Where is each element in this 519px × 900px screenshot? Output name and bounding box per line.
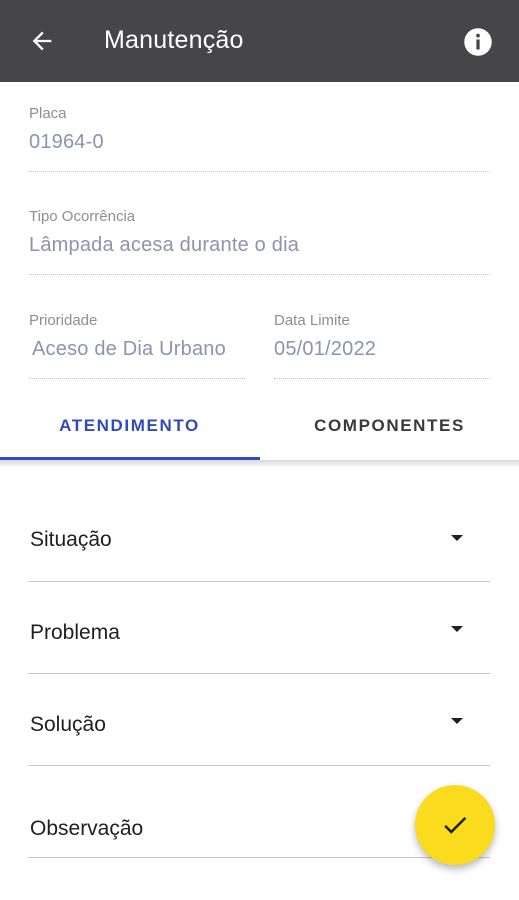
- prioridade-label: Prioridade: [29, 312, 98, 329]
- tipo-ocorrencia-label: Tipo Ocorrência: [29, 208, 136, 225]
- placa-field: Placa 01964-0: [29, 105, 104, 154]
- data-limite-label: Data Limite: [274, 312, 350, 329]
- tab-bar-shadow: [0, 460, 519, 468]
- divider: [29, 274, 490, 275]
- app-bar: Manutenção: [0, 0, 519, 82]
- tipo-ocorrencia-field: Tipo Ocorrência Lâmpada acesa durante o …: [29, 208, 299, 257]
- divider: [29, 378, 245, 379]
- dropdown-arrow-icon: [451, 626, 463, 632]
- tab-componentes[interactable]: COMPONENTES: [260, 392, 519, 460]
- dropdown-arrow-icon: [451, 718, 463, 724]
- solucao-dropdown[interactable]: Solução: [28, 674, 490, 766]
- arrow-left-icon[interactable]: [27, 27, 57, 55]
- situacao-label: Situação: [30, 528, 112, 551]
- situacao-dropdown[interactable]: Situação: [28, 490, 490, 582]
- data-limite-value: 05/01/2022: [274, 338, 377, 360]
- page-title: Manutenção: [104, 26, 244, 54]
- confirm-fab-button[interactable]: [415, 785, 495, 865]
- prioridade-value: Aceso de Dia Urbano: [32, 338, 226, 360]
- tab-bar: ATENDIMENTO COMPONENTES: [0, 392, 519, 462]
- divider: [274, 378, 490, 379]
- prioridade-field: Prioridade Aceso de Dia Urbano: [29, 312, 226, 361]
- tab-atendimento[interactable]: ATENDIMENTO: [0, 392, 259, 460]
- divider: [29, 171, 490, 172]
- placa-label: Placa: [29, 105, 67, 122]
- placa-value: 01964-0: [29, 131, 104, 153]
- info-icon[interactable]: [463, 27, 493, 57]
- data-limite-field: Data Limite 05/01/2022: [274, 312, 376, 361]
- problema-label: Problema: [30, 621, 120, 644]
- dropdown-arrow-icon: [451, 535, 463, 541]
- divider: [28, 857, 490, 858]
- observacao-label: Observação: [30, 817, 144, 840]
- tipo-ocorrencia-value: Lâmpada acesa durante o dia: [29, 234, 300, 256]
- solucao-label: Solução: [30, 713, 106, 736]
- problema-dropdown[interactable]: Problema: [28, 582, 490, 674]
- check-icon: [444, 816, 467, 834]
